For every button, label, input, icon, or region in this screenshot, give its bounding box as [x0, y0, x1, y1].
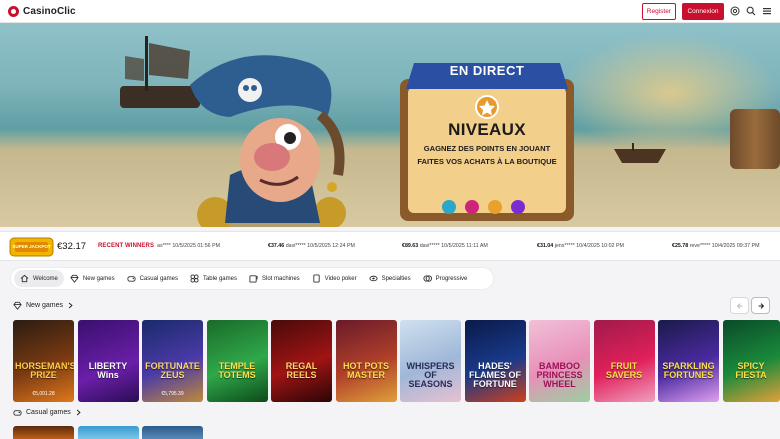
game-card[interactable]: BAMBOO PRINCESS WHEEL [529, 320, 590, 402]
chip-icon [369, 275, 378, 282]
game-title: HORSEMAN'S PRIZE [15, 361, 74, 380]
connexion-button[interactable]: Connexion [682, 2, 724, 20]
tab-progressive[interactable]: Progressive [417, 270, 474, 287]
recent-winners-bar: SUPER JACKPOT €32.17 RECENT WINNERS as**… [0, 231, 780, 261]
tab-label: Progressive [435, 275, 468, 282]
super-jackpot-label: SUPER JACKPOT [12, 244, 51, 249]
chevron-right-icon [76, 409, 81, 416]
section-title: Casual games [26, 409, 71, 416]
game-card[interactable]: SPICY FIESTA [722, 320, 780, 402]
register-button[interactable]: Register [641, 2, 676, 20]
diamond-icon [13, 301, 22, 310]
sign-title: NIVEAUX [448, 120, 526, 139]
game-title: SPICY FIESTA [735, 361, 767, 380]
tab-welcome[interactable]: Welcome [14, 270, 64, 287]
tab-label: Welcome [33, 275, 58, 282]
game-card[interactable]: HOT POTS MASTER [335, 320, 397, 402]
winner-entry: €89.63 davi***** 10/5/2025 11:11 AM [402, 243, 488, 249]
game-jackpot: €5,001.28 [32, 391, 55, 397]
game-card[interactable]: REGAL REELS [271, 320, 332, 402]
game-title: HADES' FLAMES OF FORTUNE [469, 361, 521, 389]
game-title: BAMBOO PRINCESS WHEEL [536, 361, 583, 389]
top-header: CasinoClic Register Connexion [0, 0, 780, 23]
game-title: FRUIT SAVERS [605, 361, 643, 380]
category-tabs: Welcome New games Casual games Table gam… [11, 268, 493, 289]
casual-game-card[interactable] [142, 426, 203, 439]
pirate-mascot-illustration [190, 55, 346, 227]
winner-entry: €37.46 davi***** 10/5/2025 12:24 PM [268, 243, 355, 249]
rowboat-illustration [614, 143, 666, 163]
game-title: TEMPLE TOTEMS [218, 361, 256, 380]
tab-label: Video poker [324, 275, 357, 282]
controller-icon [127, 276, 136, 282]
game-card[interactable]: HORSEMAN'S PRIZE €5,001.28 [13, 320, 74, 402]
cards-icon [190, 274, 199, 283]
tab-specialties[interactable]: Specialties [363, 270, 417, 287]
tab-label: Casual games [139, 275, 178, 282]
brand-name: CasinoClic [23, 5, 76, 17]
tab-video-poker[interactable]: Video poker [306, 270, 363, 287]
game-title: WHISPERS OF SEASONS [406, 361, 455, 389]
sign-line-2: FAITES VOS ACHATS À LA BOUTIQUE [417, 157, 557, 166]
game-title: SPARKLING FORTUNES [662, 361, 715, 380]
section-title: New games [26, 302, 63, 309]
game-card[interactable]: FORTUNATE ZEUS €5,795.39 [142, 320, 203, 402]
tab-label: Specialties [381, 275, 411, 282]
recent-winners-label: RECENT WINNERS [98, 243, 155, 249]
game-card[interactable]: LIBERTY Wins [77, 320, 139, 402]
carousel-prev-button[interactable] [730, 297, 749, 314]
casinoclic-logo[interactable]: CasinoClic [8, 5, 76, 17]
tab-label: New games [82, 275, 115, 282]
new-games-heading[interactable]: New games [13, 301, 74, 310]
game-title: FORTUNATE ZEUS [145, 361, 200, 380]
tab-casual-games[interactable]: Casual games [121, 270, 184, 287]
arrow-left-icon [736, 302, 742, 309]
game-title: REGAL REELS [285, 361, 318, 380]
game-card[interactable]: TEMPLE TOTEMS [206, 320, 268, 402]
tab-label: Slot machines [261, 275, 300, 282]
coins-icon [423, 275, 432, 282]
search-icon[interactable] [746, 6, 756, 16]
controller-icon [13, 410, 22, 416]
winner-entry: as**** 10/5/2025 01:56 PM [157, 243, 221, 249]
game-title: LIBERTY Wins [88, 361, 128, 380]
game-card[interactable]: FRUIT SAVERS [593, 320, 655, 402]
carousel-next-button[interactable] [751, 297, 770, 314]
sign-badge: EN DIRECT [449, 63, 525, 78]
arrow-right-icon [758, 302, 764, 309]
casual-game-card[interactable] [13, 426, 74, 439]
barrel-illustration [730, 109, 780, 169]
tab-new-games[interactable]: New games [64, 270, 121, 287]
live-levels-sign [400, 63, 574, 221]
support-icon[interactable] [730, 6, 740, 16]
game-card[interactable]: WHISPERS OF SEASONS [400, 320, 461, 402]
logo-mark-icon [8, 5, 19, 17]
casual-games-heading[interactable]: Casual games [13, 408, 82, 417]
tab-slot-machines[interactable]: Slot machines [243, 270, 306, 287]
home-icon [20, 274, 29, 283]
game-card[interactable]: SPARKLING FORTUNES [658, 320, 719, 402]
slot-icon [249, 275, 258, 283]
game-jackpot: €5,795.39 [161, 391, 184, 397]
diamond-icon [70, 274, 79, 283]
poker-icon [313, 274, 320, 283]
chevron-right-icon [68, 302, 73, 309]
game-title: HOT POTS MASTER [342, 361, 389, 380]
menu-icon[interactable] [762, 6, 772, 16]
game-card[interactable]: HADES' FLAMES OF FORTUNE [464, 320, 526, 402]
tab-table-games[interactable]: Table games [184, 270, 243, 287]
winner-entry: €31.04 jens***** 10/4/2025 10:02 PM [537, 243, 624, 249]
jackpot-amount: €32.17 [57, 241, 87, 252]
winner-entry: €25.78 reve***** 10/4/2025 09:37 PM [672, 243, 760, 249]
tab-label: Table games [202, 275, 237, 282]
promo-banner[interactable]: EN DIRECT NIVEAUX GAGNEZ DES POINTS EN J… [0, 23, 780, 227]
casual-game-card[interactable] [77, 426, 139, 439]
sign-line-1: GAGNEZ DES POINTS EN JOUANT [423, 144, 551, 153]
